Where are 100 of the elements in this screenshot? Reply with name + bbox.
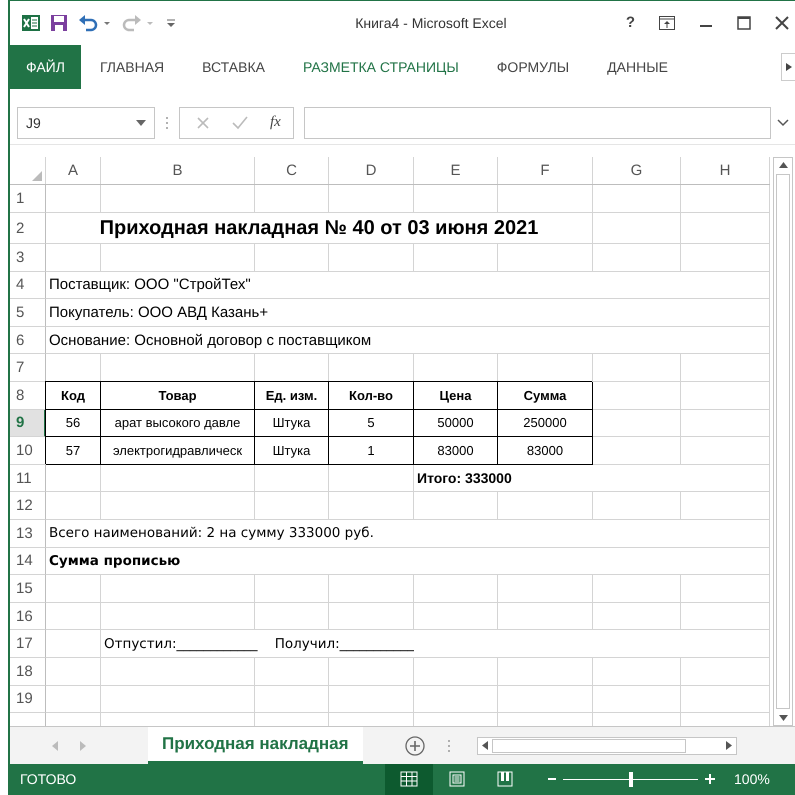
- table-cell: Поставщик: ООО "СтройТех": [46, 272, 770, 300]
- table-cell: Штука: [255, 410, 329, 438]
- ribbon-tab[interactable]: ГЛАВНАЯ: [80, 44, 184, 89]
- row-header[interactable]: 12: [10, 492, 46, 520]
- page-icon: [449, 771, 465, 788]
- table-cell: [46, 658, 101, 686]
- row-header[interactable]: 18: [10, 658, 46, 686]
- table-cell: Товар: [101, 382, 255, 410]
- window-title: Книга4 - Microsoft Excel: [354, 14, 508, 31]
- scrollbar-thumb[interactable]: [492, 738, 686, 753]
- scrollbar-thumb[interactable]: [776, 174, 790, 710]
- table-cell: Кол-во: [329, 382, 414, 410]
- add-sheet-icon[interactable]: [404, 736, 425, 756]
- grip-icon: [446, 738, 451, 754]
- excel-logo-icon[interactable]: [22, 14, 40, 32]
- table-cell: Ед. изм.: [255, 382, 329, 410]
- table-cell: [46, 602, 101, 630]
- scroll-left-icon[interactable]: [482, 741, 488, 750]
- table-cell: 83000: [498, 437, 593, 465]
- table-cell: 56: [46, 410, 101, 438]
- table-cell: Цена: [414, 382, 498, 410]
- row-header[interactable]: 10: [10, 437, 46, 465]
- row-header[interactable]: 14: [10, 548, 46, 576]
- table-cell: 5: [329, 410, 414, 438]
- vertical-scrollbar[interactable]: [773, 157, 793, 726]
- table-cell: Сумма прописью: [46, 548, 770, 576]
- row-header[interactable]: 3: [10, 244, 46, 272]
- normal-view-button[interactable]: [385, 764, 433, 795]
- row-header[interactable]: 17: [10, 630, 46, 658]
- row-header[interactable]: 15: [10, 575, 46, 603]
- ribbon-tab[interactable]: ВСТАВКА: [183, 44, 284, 89]
- ribbon-display-icon[interactable]: [659, 16, 675, 30]
- row-header[interactable]: 6: [10, 326, 46, 354]
- row-header[interactable]: 11: [10, 464, 46, 492]
- table-cell: 57: [46, 437, 101, 465]
- row-header[interactable]: 7: [10, 354, 46, 382]
- column-header[interactable]: D: [329, 157, 414, 184]
- table-cell: Всего наименований: 2 на сумму 333000 руб.: [46, 520, 770, 548]
- grip-icon: [165, 114, 169, 131]
- save-icon[interactable]: [50, 14, 68, 32]
- table-cell: 1: [329, 437, 414, 465]
- row-header[interactable]: 2: [10, 213, 46, 244]
- row-header[interactable]: 1: [10, 185, 46, 214]
- zoom-in-icon[interactable]: [704, 773, 716, 786]
- checkmark-icon[interactable]: [232, 116, 248, 130]
- maximize-icon[interactable]: [737, 16, 751, 30]
- table-cell: Отпустил:____________ Получил:___________: [101, 630, 770, 658]
- table-cell: [46, 244, 101, 272]
- column-header[interactable]: H: [681, 157, 770, 184]
- horizontal-scrollbar[interactable]: [476, 736, 737, 755]
- table-cell: 250000: [498, 410, 593, 438]
- triangle-icon: [32, 171, 42, 182]
- table-cell: арат высокого давле: [101, 410, 255, 438]
- table-cell: Основание: Основной договор с поставщиком: [46, 326, 770, 354]
- table-cell: Сумма: [498, 382, 593, 410]
- close-icon[interactable]: [775, 16, 789, 30]
- row-header[interactable]: 4: [10, 272, 46, 300]
- column-header[interactable]: A: [46, 157, 101, 184]
- expand-icon[interactable]: [777, 118, 789, 127]
- column-header[interactable]: E: [414, 157, 498, 184]
- column-header[interactable]: F: [498, 157, 593, 184]
- help-button[interactable]: ?: [626, 14, 635, 32]
- ribbon-tab[interactable]: ДАННЫЕ: [588, 44, 687, 89]
- caret-right-icon: [786, 62, 792, 71]
- sheet-tab[interactable]: Приходная накладная: [148, 727, 363, 764]
- table-cell: Код: [46, 382, 101, 410]
- row-header[interactable]: 5: [10, 299, 46, 327]
- table-cell: 83000: [414, 437, 498, 465]
- row-header[interactable]: 13: [10, 520, 46, 548]
- file-tab[interactable]: ФАЙЛ: [10, 44, 81, 89]
- table-cell: [46, 575, 101, 603]
- table-cell: [46, 185, 101, 214]
- name-box[interactable]: J9: [17, 106, 155, 139]
- table-cell: [46, 464, 101, 492]
- table-cell: электрогидравлическ: [101, 437, 255, 465]
- zoom-slider[interactable]: [563, 772, 698, 787]
- ribbon-tab[interactable]: ФОРМУЛЫ: [478, 44, 588, 89]
- customize-toolbar-icon[interactable]: [166, 16, 176, 29]
- column-header[interactable]: B: [101, 157, 255, 184]
- grid-icon: [400, 771, 418, 788]
- table-cell: Штука: [255, 437, 329, 465]
- zoom-level[interactable]: 100%: [734, 771, 770, 788]
- table-cell: 50000: [414, 410, 498, 438]
- table-cell: Приходная накладная № 40 от 03 июня 2021: [46, 213, 593, 244]
- tab-scroll-button[interactable]: [781, 52, 795, 81]
- table-cell: Покупатель: ООО АВД Казань+: [46, 299, 770, 327]
- undo-icon[interactable]: [78, 14, 112, 32]
- row-header[interactable]: 19: [10, 686, 46, 714]
- column-header[interactable]: G: [593, 157, 681, 184]
- scroll-up-icon[interactable]: [778, 162, 788, 168]
- row-header[interactable]: 16: [10, 602, 46, 630]
- insert-function-button[interactable]: fx: [270, 114, 281, 132]
- scroll-right-icon[interactable]: [726, 741, 732, 750]
- ribbon-tab[interactable]: РАЗМЕТКА СТРАНИЦЫ: [284, 44, 478, 89]
- page-break-icon: [497, 771, 513, 788]
- table-cell: [46, 630, 101, 658]
- formula-input[interactable]: [304, 106, 771, 139]
- row-header[interactable]: 9: [10, 410, 46, 438]
- scroll-down-icon[interactable]: [778, 715, 788, 722]
- column-header[interactable]: C: [255, 157, 329, 184]
